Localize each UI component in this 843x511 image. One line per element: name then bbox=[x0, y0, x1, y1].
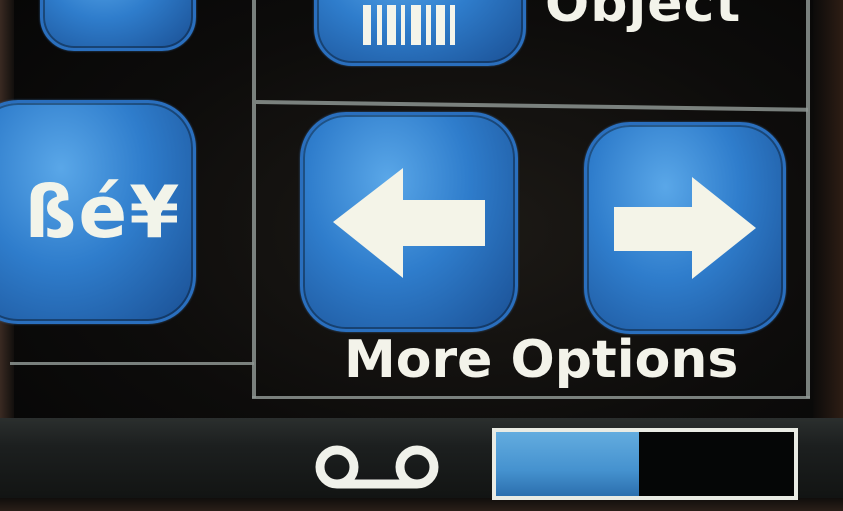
grid-divider-left-bottom bbox=[10, 362, 254, 365]
object-label: Object bbox=[545, 0, 742, 34]
previous-button[interactable] bbox=[300, 112, 518, 332]
battery-fill bbox=[496, 432, 640, 496]
grid-divider-right-edge bbox=[806, 0, 810, 398]
characters-button[interactable]: ßé¥ bbox=[0, 100, 196, 324]
app-button-object[interactable] bbox=[314, 0, 526, 66]
grid-divider-vertical bbox=[252, 0, 256, 398]
voicemail-icon bbox=[315, 445, 439, 489]
next-button[interactable] bbox=[584, 122, 786, 334]
arrow-left-icon bbox=[333, 168, 485, 278]
device-screen: Object ßé¥ More Options bbox=[0, 0, 843, 511]
battery-indicator bbox=[492, 428, 798, 500]
barcode-icon bbox=[363, 5, 455, 45]
more-options-label: More Options bbox=[344, 330, 739, 390]
grid-divider-bottom bbox=[252, 396, 810, 399]
arrow-right-icon bbox=[614, 177, 756, 279]
characters-label: ßé¥ bbox=[24, 170, 182, 254]
grid-divider-horizontal bbox=[255, 100, 808, 112]
app-button-top-left[interactable] bbox=[40, 0, 196, 51]
